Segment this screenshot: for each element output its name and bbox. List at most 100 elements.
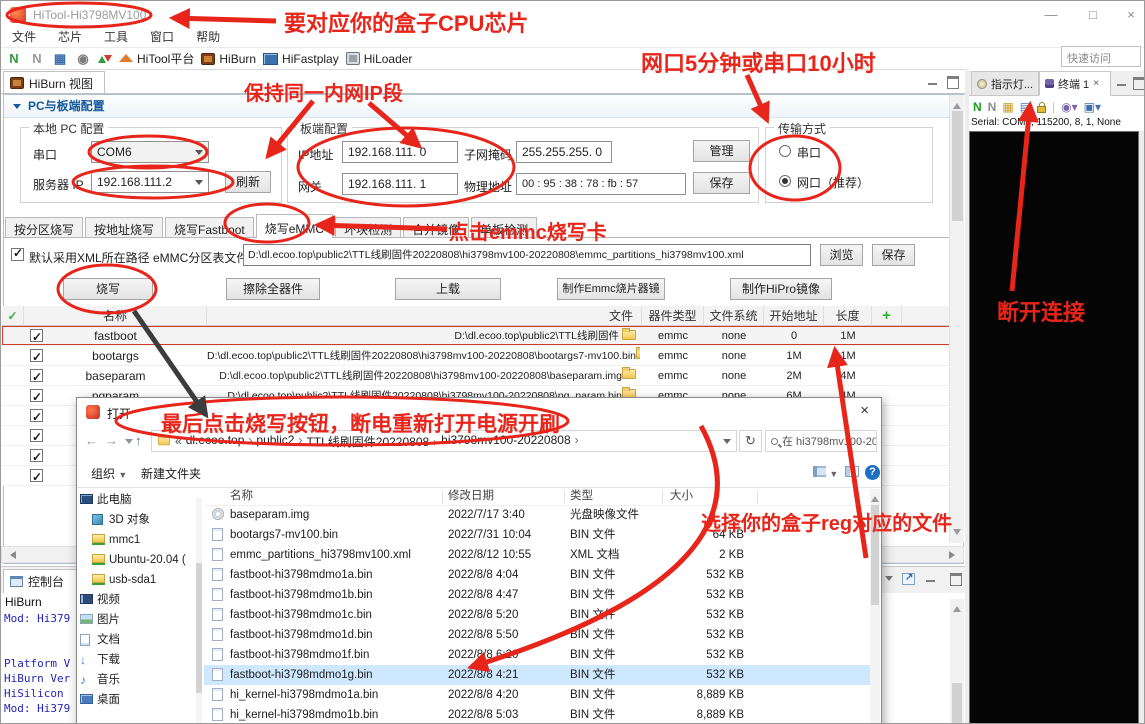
close-tab-icon[interactable]: ×: [1093, 78, 1099, 89]
col-device-type[interactable]: 器件类型: [642, 306, 704, 326]
add-row-icon[interactable]: +: [872, 306, 902, 326]
file-row[interactable]: hi_kernel-hi3798mdmo1b.bin 2022/8/8 5:03…: [204, 705, 872, 724]
connect-icon[interactable]: N: [6, 51, 22, 67]
nav-up-icon[interactable]: ↑: [135, 431, 142, 451]
make-hipro-image-button[interactable]: 制作HiPro镜像: [730, 278, 832, 300]
file-row[interactable]: fastboot-hi3798mdmo1g.bin 2022/8/8 4:21 …: [204, 665, 872, 685]
col-file-type[interactable]: 类型: [570, 489, 593, 506]
dialog-close-icon[interactable]: ×: [860, 402, 869, 419]
burn-button[interactable]: 烧写: [63, 278, 153, 300]
row-checkbox[interactable]: [30, 329, 43, 342]
file-row[interactable]: fastboot-hi3798mdmo1d.bin 2022/8/8 5:50 …: [204, 625, 872, 645]
radio-network[interactable]: [779, 175, 791, 187]
breadcrumb-item[interactable]: dl.ecoo.top: [186, 433, 257, 450]
row-checkbox[interactable]: [30, 369, 43, 382]
terminal-minimize-icon[interactable]: [1115, 76, 1130, 89]
console-maximize-icon[interactable]: [948, 572, 963, 585]
preview-pane-icon[interactable]: [845, 466, 859, 480]
sidebar-scrollbar[interactable]: [196, 498, 202, 724]
browse-file-icon[interactable]: [622, 330, 636, 340]
nav-back-icon[interactable]: ←: [85, 431, 98, 451]
burn-tab[interactable]: 烧写eMMC: [256, 214, 333, 238]
subnet-mask-field[interactable]: 255.255.255. 0: [516, 141, 612, 163]
manage-button[interactable]: 管理: [693, 140, 750, 162]
terminal-screen[interactable]: [969, 131, 1139, 724]
col-filesystem[interactable]: 文件系统: [704, 306, 764, 326]
panel-minimize-icon[interactable]: [926, 75, 941, 88]
toolbar-hifastplay[interactable]: HiFastplay: [263, 52, 339, 66]
transfer-arrows-icon[interactable]: [98, 51, 112, 67]
col-length[interactable]: 长度: [824, 306, 872, 326]
breadcrumb-caret-icon[interactable]: [723, 439, 731, 448]
sidebar-item[interactable]: 音乐: [77, 670, 204, 690]
col-name[interactable]: 名称: [24, 306, 207, 326]
settings-icon[interactable]: ▦: [52, 51, 68, 67]
burn-tab[interactable]: 烧写Fastboot: [165, 217, 254, 238]
terminal-scrollbar[interactable]: [1139, 131, 1145, 724]
col-file-name[interactable]: 名称: [230, 489, 253, 506]
sidebar-item[interactable]: 下载: [77, 650, 204, 670]
breadcrumb[interactable]: « dl.ecoo.toppublic2TTL线刷固件20220808hi379…: [151, 430, 737, 452]
partition-row[interactable]: baseparam D:\dl.ecoo.top\public2\TTL线刷固件…: [2, 366, 961, 386]
row-checkbox[interactable]: [30, 429, 43, 442]
sidebar-item[interactable]: 视频: [77, 590, 204, 610]
partition-row[interactable]: bootargs D:\dl.ecoo.top\public2\TTL线刷固件2…: [2, 346, 961, 366]
console-minimize-icon[interactable]: [924, 572, 939, 585]
file-list-scrollbar[interactable]: [870, 489, 880, 724]
terminal-connect-icon[interactable]: N: [973, 100, 982, 114]
sidebar-item[interactable]: mmc1: [77, 530, 204, 550]
menu-item[interactable]: 工具: [93, 29, 139, 46]
col-start-address[interactable]: 开始地址: [764, 306, 824, 326]
burn-tab[interactable]: 按分区烧写: [5, 217, 83, 238]
browse-button[interactable]: 浏览: [820, 244, 863, 266]
console-menu-caret-icon[interactable]: [885, 576, 893, 585]
scroll-up-icon[interactable]: [953, 99, 961, 109]
console-scroll-thumb[interactable]: [952, 683, 962, 723]
partition-row[interactable]: fastboot D:\dl.ecoo.top\public2\TTL线刷固件 …: [2, 326, 961, 346]
breadcrumb-item[interactable]: hi3798mv100-20220808: [441, 433, 582, 450]
export-log-icon[interactable]: [902, 573, 915, 585]
mac-address-field[interactable]: 00 : 95 : 38 : 78 : fb : 57: [516, 173, 686, 195]
file-row[interactable]: hi_kernel-hi3798mdmo1a.bin 2022/8/8 4:20…: [204, 685, 872, 705]
burn-tab[interactable]: 坏块检测: [335, 217, 401, 238]
toolbar-hitool-platform[interactable]: HiTool平台: [119, 50, 194, 67]
tab-terminal-1[interactable]: 终端 1 ×: [1039, 71, 1111, 96]
menu-item[interactable]: 帮助: [185, 29, 231, 46]
server-ip-select[interactable]: 192.168.111.2: [91, 171, 209, 193]
row-checkbox[interactable]: [30, 469, 43, 482]
check-all-icon[interactable]: ✓: [2, 306, 24, 326]
maximize-icon[interactable]: □: [1079, 5, 1107, 25]
vertical-scrollbar[interactable]: [949, 95, 964, 543]
menu-item[interactable]: 芯片: [47, 29, 93, 46]
burn-tab[interactable]: 合并镜像: [403, 217, 469, 238]
browse-file-icon[interactable]: [622, 369, 636, 379]
refresh-icon[interactable]: ↻: [739, 430, 762, 452]
columns-icon[interactable]: ▤: [1020, 100, 1031, 114]
terminal-disconnect-icon[interactable]: N: [988, 100, 997, 114]
sidebar-item[interactable]: 文档: [77, 630, 204, 650]
col-file[interactable]: 文件: [207, 306, 642, 326]
close-icon[interactable]: ×: [1117, 5, 1145, 25]
sidebar-item[interactable]: 图片: [77, 610, 204, 630]
board-ip-field[interactable]: 192.168.111. 0: [342, 141, 458, 163]
disconnect-icon[interactable]: N: [29, 51, 45, 67]
erase-all-button[interactable]: 擦除全器件: [226, 278, 320, 300]
burn-tab[interactable]: 单板检测: [471, 217, 537, 238]
breadcrumb-item[interactable]: public2: [256, 433, 306, 450]
menu-item[interactable]: 文件: [1, 29, 47, 46]
console-scroll-up-icon[interactable]: [953, 602, 961, 612]
file-row[interactable]: baseparam.img 2022/7/17 3:40 光盘映像文件: [204, 505, 872, 525]
gateway-field[interactable]: 192.168.111. 1: [342, 173, 458, 195]
scroll-down-icon[interactable]: [953, 529, 961, 539]
scroll-thumb[interactable]: [952, 111, 963, 221]
sidebar-item[interactable]: Ubuntu-20.04 (: [77, 550, 204, 570]
serial-port-select[interactable]: COM6: [91, 141, 209, 163]
settings-table-icon[interactable]: ▦: [1002, 100, 1013, 114]
scroll-right-icon[interactable]: [949, 551, 959, 559]
radio-serial[interactable]: [779, 145, 791, 157]
quick-access-input[interactable]: 快速访问: [1061, 46, 1141, 67]
row-checkbox[interactable]: [30, 349, 43, 362]
sidebar-item[interactable]: 桌面: [77, 690, 204, 710]
sidebar-item[interactable]: usb-sda1: [77, 570, 204, 590]
browse-file-icon[interactable]: [636, 349, 640, 359]
